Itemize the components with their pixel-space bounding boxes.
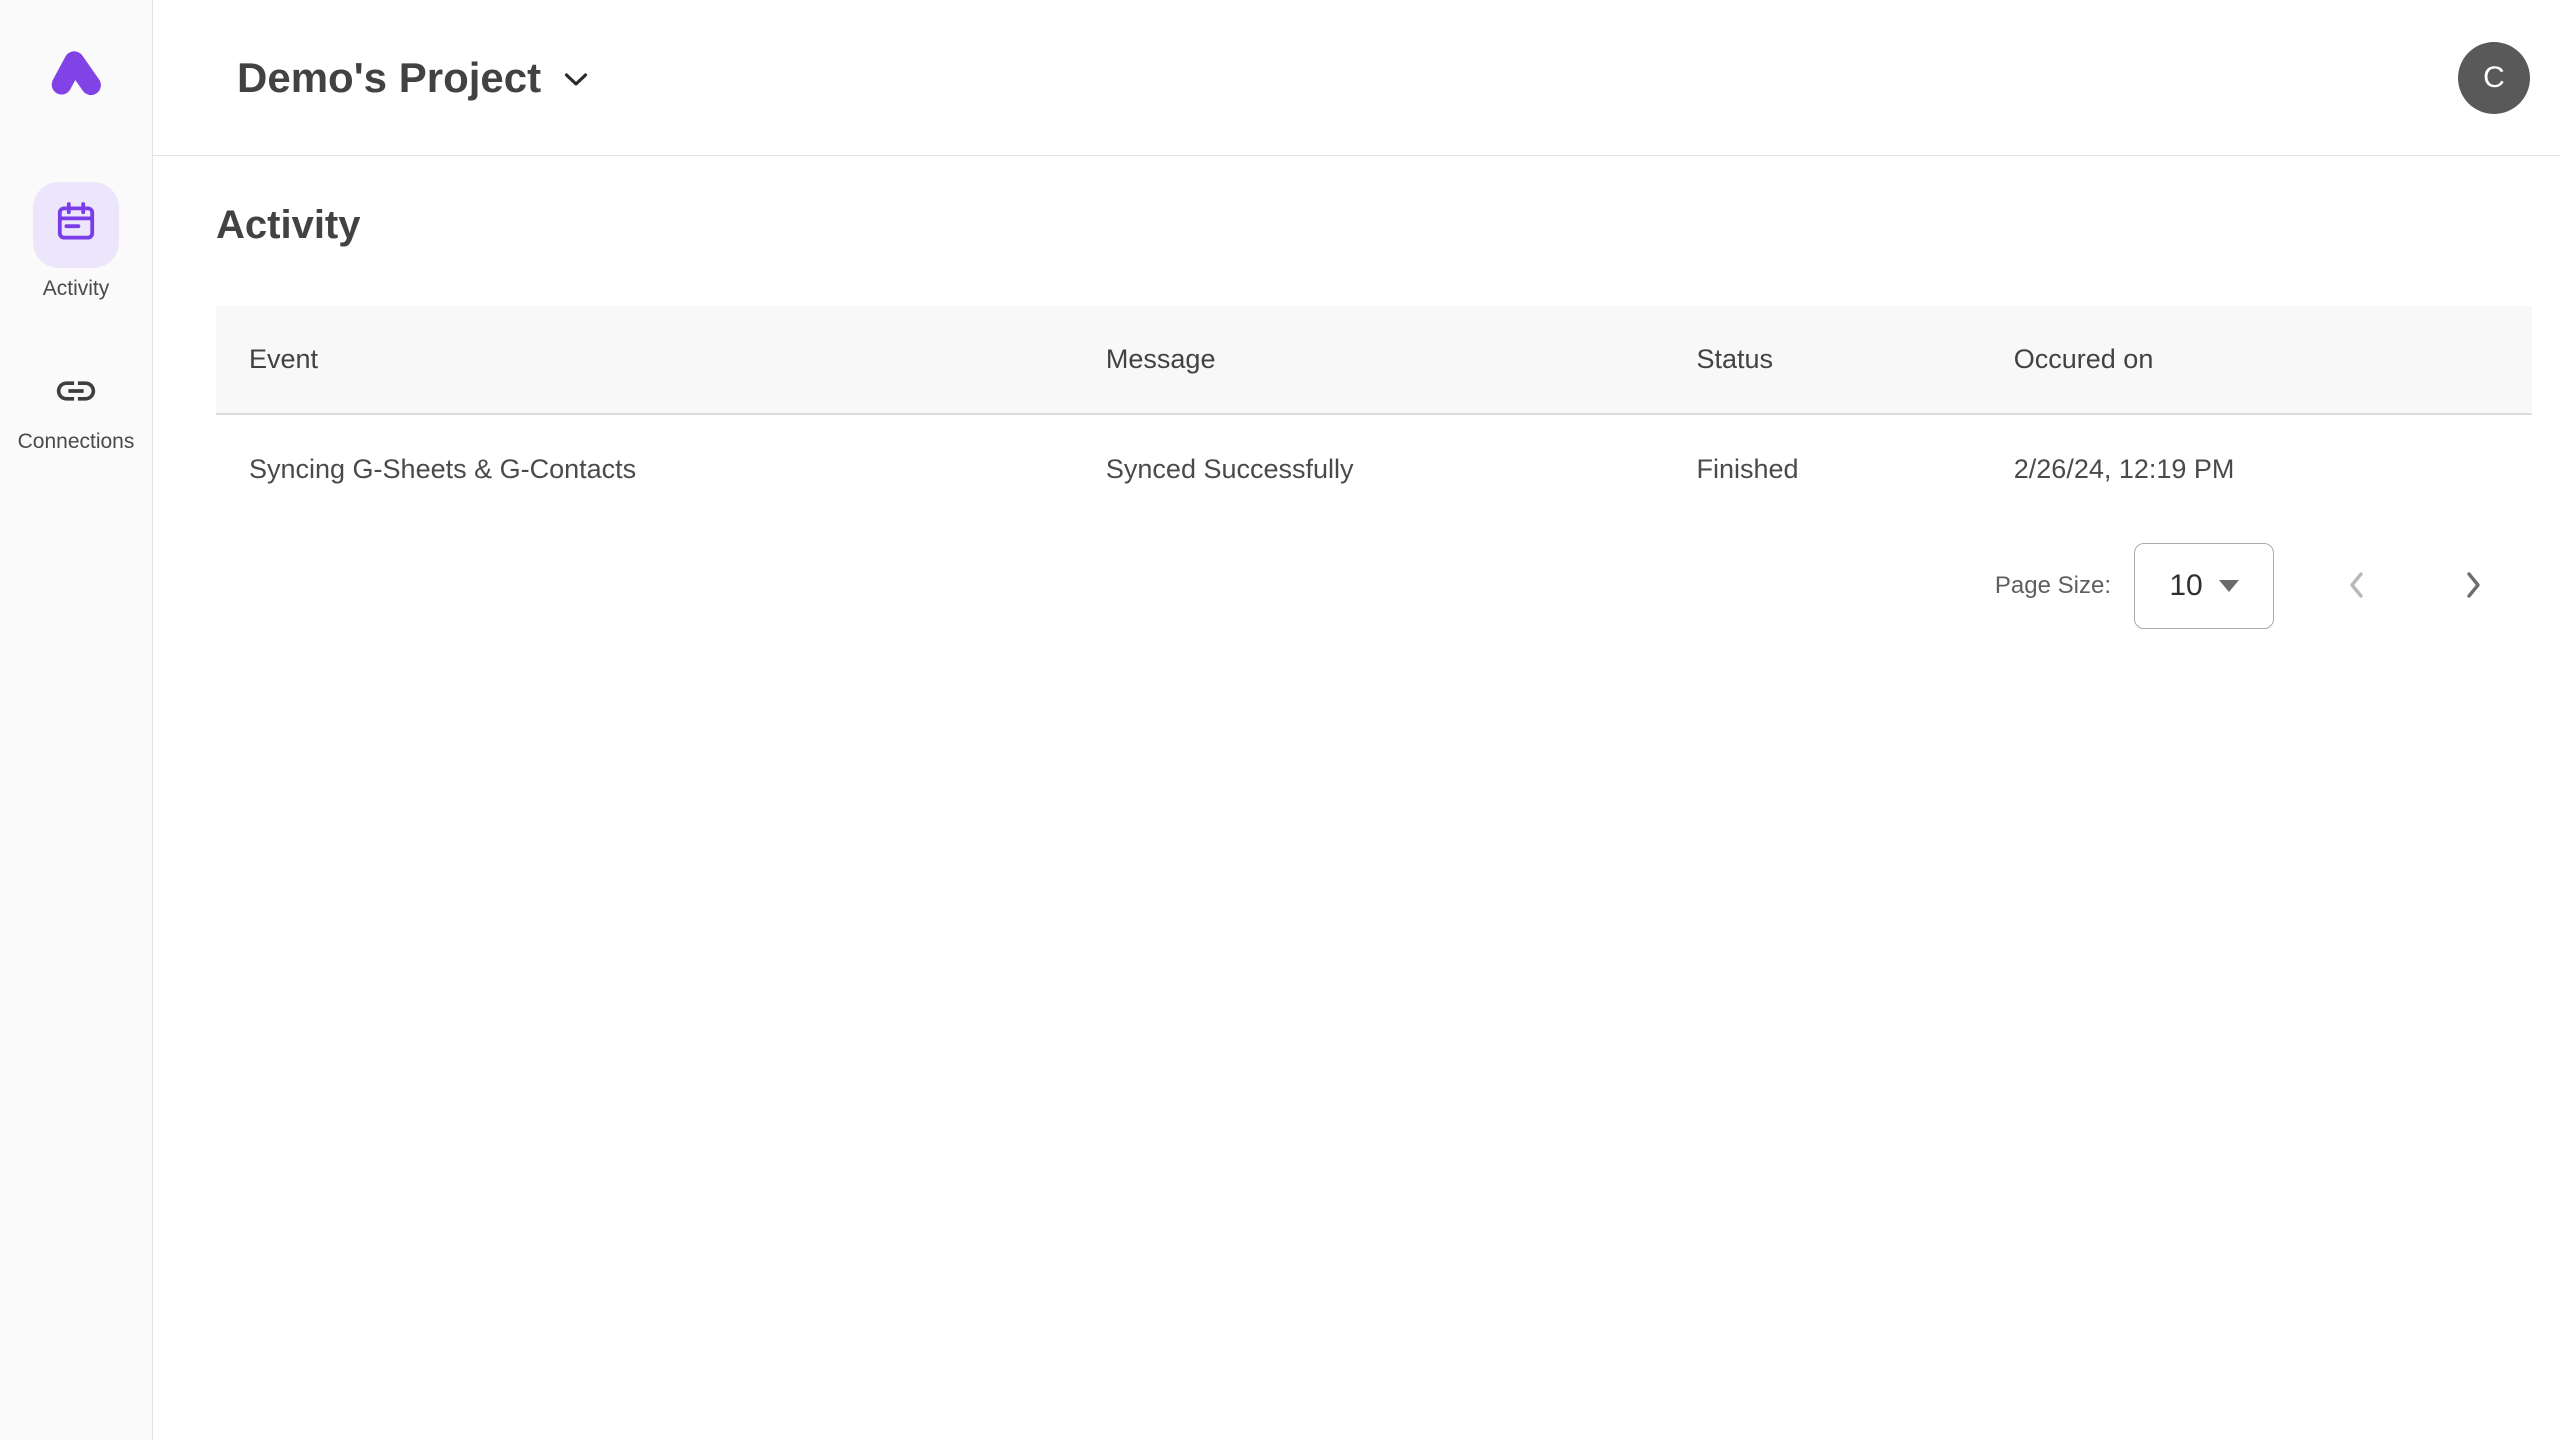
content-column: Demo's Project C Activity Event Message … (153, 0, 2560, 1440)
sidebar-item-label: Connections (18, 430, 135, 454)
column-header-status: Status (1663, 344, 1980, 375)
lambda-logo-icon (43, 42, 109, 107)
sidebar-item-activity[interactable]: Activity (33, 182, 119, 301)
cell-message: Synced Successfully (1073, 454, 1664, 485)
chevron-right-icon (2463, 569, 2485, 604)
app-logo[interactable] (43, 44, 109, 104)
topbar: Demo's Project C (153, 0, 2560, 156)
previous-page-button[interactable] (2332, 562, 2380, 610)
pagination-bar: Page Size: 10 (216, 543, 2532, 629)
avatar[interactable]: C (2458, 42, 2530, 114)
clipboard-calendar-icon (52, 199, 100, 252)
next-page-button[interactable] (2450, 562, 2498, 610)
cell-event: Syncing G-Sheets & G-Contacts (216, 454, 1073, 485)
activity-icon-box (33, 182, 119, 268)
caret-down-icon (2219, 580, 2239, 592)
page-size-value: 10 (2169, 569, 2202, 603)
sidebar-nav: Activity Connections (18, 104, 135, 454)
sidebar-item-connections[interactable]: Connections (18, 365, 135, 454)
link-icon (53, 368, 99, 419)
table-row[interactable]: Syncing G-Sheets & G-Contacts Synced Suc… (216, 415, 2532, 523)
column-header-message: Message (1073, 344, 1664, 375)
page-size-label: Page Size: (1995, 572, 2111, 600)
connections-icon-box (33, 365, 119, 421)
project-title: Demo's Project (237, 57, 541, 99)
chevron-left-icon (2345, 569, 2367, 604)
sidebar-item-label: Activity (43, 277, 110, 301)
column-header-event: Event (216, 344, 1073, 375)
column-header-occurred-on: Occured on (1981, 344, 2532, 375)
project-switcher[interactable]: Demo's Project (237, 57, 589, 99)
cell-status: Finished (1663, 454, 1980, 485)
cell-occurred-on: 2/26/24, 12:19 PM (1981, 454, 2532, 485)
app-window: Activity Connections Demo's Project (0, 0, 2560, 1440)
sidebar: Activity Connections (0, 0, 153, 1440)
main-content: Activity Event Message Status Occured on… (153, 156, 2560, 629)
page-title: Activity (216, 200, 2532, 250)
chevron-down-icon (563, 71, 589, 93)
activity-table: Event Message Status Occured on Syncing … (216, 306, 2532, 629)
table-header-row: Event Message Status Occured on (216, 306, 2532, 415)
page-size-select[interactable]: 10 (2134, 543, 2274, 629)
